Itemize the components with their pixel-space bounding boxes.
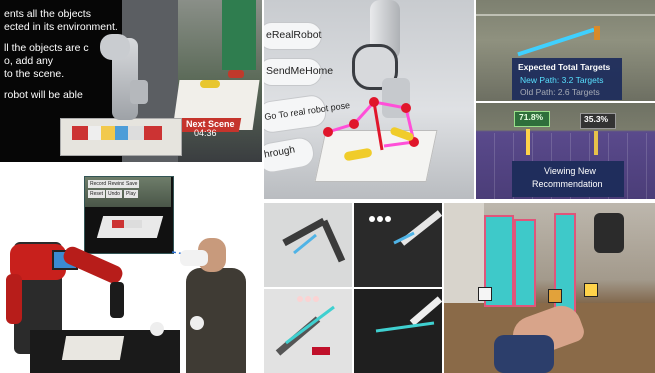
panel-baxter-photo: Record Rewind Save Reset Undo Play <box>0 164 262 373</box>
instruction-line: robot will be able <box>4 89 83 101</box>
trajectory-path <box>323 97 419 151</box>
old-path-stat: Old Path: 2.6 Targets <box>520 87 600 97</box>
target-dot <box>369 216 375 222</box>
robot-link <box>409 296 442 326</box>
baxter-forearm <box>110 282 124 318</box>
cloth <box>61 336 125 360</box>
target-dot <box>385 216 391 222</box>
ceiling-line <box>476 14 655 16</box>
scene-timer: 04:36 <box>194 128 217 138</box>
waypoint-marker <box>401 103 411 113</box>
instruction-line: to the scene. <box>4 68 65 80</box>
robot-arm-background <box>594 213 624 253</box>
pct-right: 35.3% <box>584 114 609 124</box>
banana <box>200 80 220 88</box>
instruction-line: o, add any <box>4 55 54 67</box>
fiducial-cube <box>584 283 598 297</box>
instruction-line: ected in its environment. <box>4 21 118 33</box>
fiducial-cube <box>548 289 562 303</box>
red-block <box>312 347 330 355</box>
vr-headset <box>180 250 208 266</box>
instruction-line: ents all the objects <box>4 8 91 20</box>
target-dot <box>313 296 319 302</box>
gripper-direction <box>372 101 384 151</box>
robot-wrist <box>130 80 148 104</box>
instruction-line: ll the objects are c <box>4 42 89 54</box>
target-marker <box>594 26 600 40</box>
waypoint-marker <box>323 127 333 137</box>
pct-left: 71.8% <box>519 112 544 122</box>
panel-trajectory-grid <box>264 203 442 373</box>
target-pillar <box>594 131 598 155</box>
robot-link <box>320 219 346 263</box>
waypoint-marker <box>349 119 359 129</box>
panel-recommendation: 71.8% 35.3% Viewing New Recommendation <box>476 103 655 199</box>
hud-title: Expected Total Targets <box>518 62 611 72</box>
user-sleeve <box>494 335 554 373</box>
red-object <box>228 70 244 78</box>
panel-unity-scene: ents all the objects ected in its enviro… <box>0 0 262 162</box>
target-pillar <box>526 129 530 155</box>
target-dot <box>377 216 383 222</box>
panel-vr-menu: eRealRobot SendMeHome Go To real robot p… <box>264 0 474 199</box>
target-dot <box>305 296 311 302</box>
teal-barrier <box>514 219 536 307</box>
panel-path-hud: Expected Total Targets New Path: 3.2 Tar… <box>476 0 655 101</box>
trajectory-arms <box>275 210 442 356</box>
table-objects <box>72 126 162 140</box>
caption-line: Viewing New <box>544 166 596 176</box>
new-path-stat: New Path: 3.2 Targets <box>520 75 604 85</box>
vr-controller <box>190 316 204 330</box>
fiducial-cube <box>478 287 492 301</box>
target-dot <box>297 296 303 302</box>
ghost-trail <box>285 305 335 345</box>
panel-ar-hand <box>444 203 655 373</box>
floor-path <box>517 27 595 57</box>
robot-joint <box>100 34 130 60</box>
green-curtain <box>222 0 256 70</box>
baxter-left-arm <box>6 274 22 324</box>
vr-controller <box>150 322 164 336</box>
caption-line: Recommendation <box>532 179 603 189</box>
robot-link <box>282 217 326 247</box>
ghost-trail <box>375 321 435 333</box>
robot-link <box>399 210 442 246</box>
